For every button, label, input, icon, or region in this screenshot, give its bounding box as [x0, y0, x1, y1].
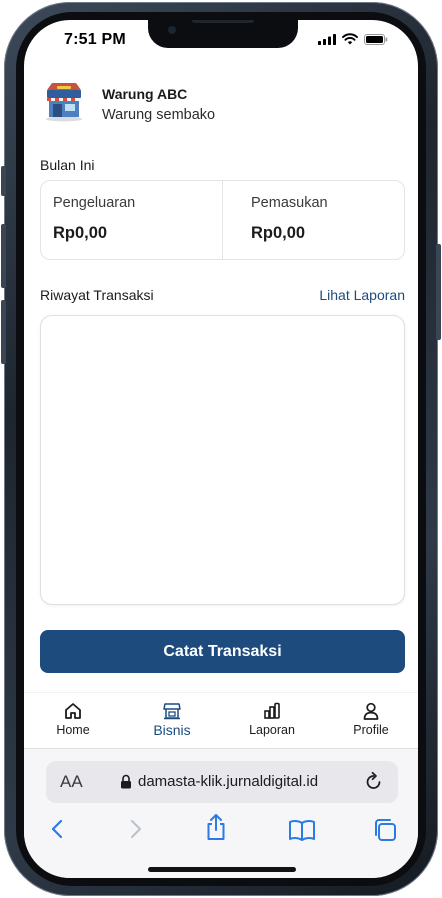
expense-label: Pengeluaran — [53, 195, 136, 211]
cellular-signal-icon — [318, 33, 336, 45]
power-button — [436, 244, 441, 340]
business-header: Warung ABC Warung sembako — [42, 80, 402, 130]
screen: 7:51 PM Warung ABC Warung sembako Bulan … — [24, 20, 418, 878]
nav-label-laporan: Laporan — [249, 723, 295, 737]
url-text: damasta-klik.jurnaldigital.id — [138, 773, 319, 790]
store-logo-icon — [46, 83, 82, 122]
volume-up-button — [1, 224, 6, 288]
address-bar[interactable]: AA damasta-klik.jurnaldigital.id — [46, 761, 398, 803]
lock-icon — [121, 774, 131, 789]
business-type: Warung sembako — [102, 107, 216, 123]
reload-icon[interactable] — [364, 771, 384, 793]
summary-card: Pengeluaran Rp0,00 Pemasukan Rp0,00 — [40, 180, 405, 260]
business-name: Warung ABC — [102, 86, 188, 102]
speaker — [192, 20, 254, 23]
view-report-link[interactable]: Lihat Laporan — [319, 287, 405, 303]
income-value: Rp0,00 — [251, 224, 306, 242]
nav-item-home[interactable]: Home — [33, 701, 113, 737]
share-icon[interactable] — [204, 813, 228, 841]
expense-value: Rp0,00 — [53, 224, 108, 242]
nav-item-bisnis[interactable]: Bisnis — [132, 701, 212, 738]
text-size-button[interactable]: AA — [60, 772, 83, 792]
nav-item-profile[interactable]: Profile — [331, 701, 411, 737]
home-indicator — [148, 867, 296, 872]
mute-switch — [1, 166, 6, 196]
summary-title: Bulan Ini — [40, 157, 95, 173]
tabs-icon[interactable] — [372, 817, 398, 843]
income-summary: Pemasukan Rp0,00 — [222, 181, 404, 259]
battery-icon — [364, 33, 388, 45]
bottom-nav: Home Bisnis Laporan Profile — [24, 692, 418, 748]
bookmarks-icon[interactable] — [288, 819, 316, 841]
nav-label-profile: Profile — [353, 723, 389, 737]
front-camera — [168, 26, 176, 34]
record-transaction-button[interactable]: Catat Transaksi — [40, 630, 405, 673]
volume-down-button — [1, 300, 6, 364]
expense-summary: Pengeluaran Rp0,00 — [41, 181, 222, 259]
forward-icon[interactable] — [128, 817, 144, 841]
status-time: 7:51 PM — [64, 31, 126, 48]
notch — [148, 20, 298, 48]
back-icon[interactable] — [49, 817, 65, 841]
home-icon — [65, 703, 81, 719]
nav-label-home: Home — [56, 723, 90, 737]
status-icons — [318, 33, 388, 45]
wifi-icon — [342, 33, 358, 45]
history-title: Riwayat Transaksi — [40, 287, 154, 303]
browser-toolbar: AA damasta-klik.jurnaldigital.id — [24, 748, 418, 878]
nav-item-laporan[interactable]: Laporan — [232, 701, 312, 737]
transaction-history-list[interactable] — [40, 315, 405, 605]
nav-label-bisnis: Bisnis — [153, 722, 191, 738]
user-icon — [363, 702, 379, 720]
income-label: Pemasukan — [251, 195, 328, 211]
bar-chart-icon — [264, 702, 280, 719]
status-bar: 7:51 PM — [24, 20, 418, 64]
store-icon — [163, 703, 181, 720]
